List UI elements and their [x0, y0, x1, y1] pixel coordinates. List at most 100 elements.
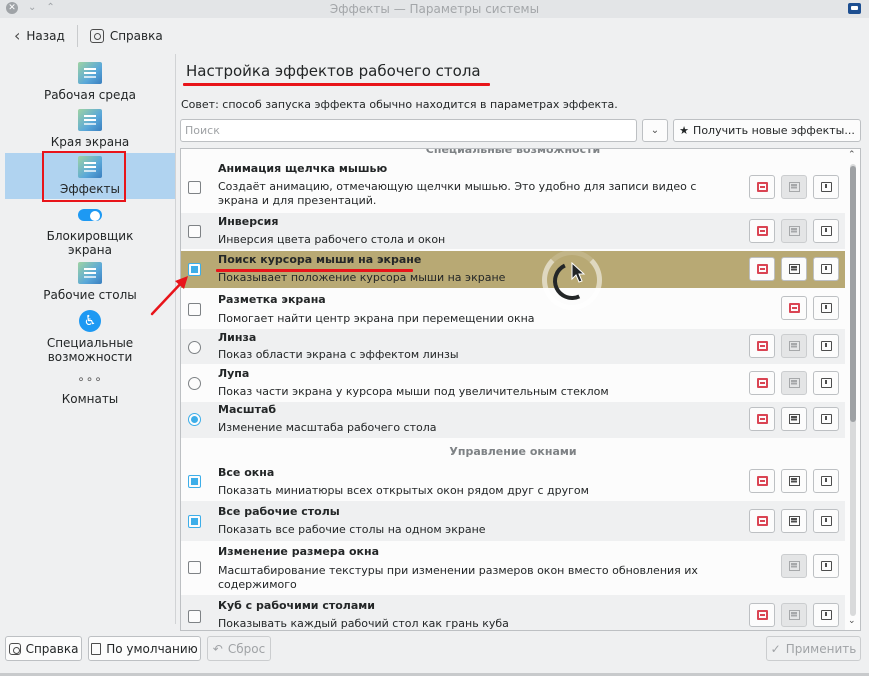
- effect-description: Показать миниатюры всех открытых окон ря…: [218, 484, 589, 497]
- about-icon: [821, 610, 832, 620]
- configure-icon: [789, 516, 800, 526]
- video-icon: [757, 476, 768, 486]
- effect-checkbox[interactable]: [188, 475, 201, 488]
- video-button[interactable]: [749, 603, 775, 627]
- configure-icon: [789, 182, 800, 192]
- effect-description: Помогает найти центр экрана при перемеще…: [218, 312, 535, 325]
- toolbar-separator: [76, 25, 78, 47]
- about-button[interactable]: [813, 334, 839, 358]
- help-icon: [89, 29, 104, 43]
- section-header: Управление окнами: [449, 445, 577, 458]
- apply-label: Применить: [785, 641, 857, 656]
- sidebar-item-screen-edges[interactable]: Края экрана: [5, 109, 175, 151]
- reset-label: Сброс: [227, 641, 266, 656]
- about-button[interactable]: [813, 371, 839, 395]
- reset-button: ↶ Сброс: [207, 636, 271, 661]
- effect-checkbox[interactable]: [188, 515, 201, 528]
- effect-description: Показ части экрана у курсора мыши под ув…: [218, 385, 609, 398]
- about-button[interactable]: [813, 603, 839, 627]
- screen-edges-icon: [78, 109, 102, 131]
- effect-radio[interactable]: [188, 341, 201, 354]
- effect-title: Разметка экрана: [218, 293, 326, 306]
- sidebar-item-screen-locker[interactable]: Блокировщик экрана: [5, 205, 175, 257]
- about-icon: [821, 226, 832, 236]
- effect-checkbox[interactable]: [188, 181, 201, 194]
- list-item[interactable]: Линза Показ области экрана с эффектом ли…: [181, 329, 845, 364]
- configure-button[interactable]: [781, 509, 807, 533]
- about-button[interactable]: [813, 469, 839, 493]
- about-button[interactable]: [813, 257, 839, 281]
- effect-description: Показать все рабочие столы на одном экра…: [218, 523, 486, 536]
- effect-checkbox[interactable]: [188, 225, 201, 238]
- footer-help-button[interactable]: Справка: [5, 636, 82, 661]
- undo-icon: ↶: [212, 641, 223, 656]
- about-button[interactable]: [813, 407, 839, 431]
- list-scrollbar[interactable]: ⌃ ⌄: [845, 150, 859, 630]
- checkmark-icon: ✓: [770, 641, 781, 656]
- video-button[interactable]: [749, 371, 775, 395]
- configure-button: [781, 175, 807, 199]
- sidebar-item-workspace[interactable]: Рабочая среда: [5, 62, 175, 104]
- effect-radio[interactable]: [188, 413, 201, 426]
- document-icon: [91, 642, 102, 655]
- desktops-icon: [78, 262, 102, 284]
- video-button[interactable]: [749, 407, 775, 431]
- effect-title: Инверсия: [218, 215, 279, 228]
- list-item[interactable]: Все рабочие столы Показать все рабочие с…: [181, 501, 845, 541]
- app-menu-icon[interactable]: [848, 3, 861, 14]
- effect-title: Линза: [218, 331, 257, 344]
- video-icon: [757, 226, 768, 236]
- video-button[interactable]: [749, 334, 775, 358]
- get-new-effects-button[interactable]: ★ Получить новые эффекты...: [673, 119, 861, 142]
- list-item[interactable]: Изменение размера окна Масштабирование т…: [181, 542, 845, 594]
- video-button[interactable]: [749, 219, 775, 243]
- configure-icon: [789, 561, 800, 571]
- annotation-highlight-box: [42, 151, 126, 202]
- toggle-icon: [78, 209, 102, 221]
- about-button[interactable]: [813, 554, 839, 578]
- video-icon: [757, 264, 768, 274]
- video-button[interactable]: [749, 175, 775, 199]
- about-button[interactable]: [813, 219, 839, 243]
- window-titlebar: ✕ ⌄ ⌃ Эффекты — Параметры системы: [0, 0, 869, 18]
- video-button[interactable]: [749, 509, 775, 533]
- configure-button[interactable]: [781, 469, 807, 493]
- list-item[interactable]: Куб с рабочими столами Показывать каждый…: [181, 595, 845, 630]
- search-input[interactable]: [180, 119, 637, 142]
- effect-checkbox[interactable]: [188, 561, 201, 574]
- list-item[interactable]: Лупа Показ части экрана у курсора мыши п…: [181, 365, 845, 401]
- video-icon: [757, 182, 768, 192]
- toolbar: ‹ Назад Справка: [0, 18, 869, 54]
- video-icon: [757, 341, 768, 351]
- help-button[interactable]: Справка: [84, 22, 169, 50]
- about-button[interactable]: [813, 175, 839, 199]
- effect-description: Создаёт анимацию, отмечающую щелчки мышь…: [218, 180, 697, 207]
- about-button[interactable]: [813, 296, 839, 320]
- effect-checkbox[interactable]: [188, 610, 201, 623]
- sidebar-item-activities[interactable]: ∘∘∘ Комнаты: [5, 372, 175, 408]
- effects-list[interactable]: Специальные возможности Анимация щелчка …: [180, 148, 861, 631]
- configure-button[interactable]: [781, 257, 807, 281]
- defaults-button[interactable]: По умолчанию: [88, 636, 201, 661]
- back-button[interactable]: ‹ Назад: [8, 22, 71, 50]
- scrollbar-thumb[interactable]: [850, 166, 856, 422]
- list-item[interactable]: Анимация щелчка мышью Создаёт анимацию, …: [181, 162, 845, 212]
- list-item[interactable]: Разметка экрана Помогает найти центр экр…: [181, 290, 845, 328]
- effect-radio[interactable]: [188, 377, 201, 390]
- list-item[interactable]: Все окна Показать миниатюры всех открыты…: [181, 462, 845, 500]
- list-item[interactable]: Инверсия Инверсия цвета рабочего стола и…: [181, 213, 845, 249]
- video-button[interactable]: [749, 469, 775, 493]
- scroll-up-icon[interactable]: ⌃: [848, 150, 856, 160]
- video-button[interactable]: [781, 296, 807, 320]
- annotation-arrow-icon: [150, 276, 188, 316]
- scroll-down-icon[interactable]: ⌄: [848, 616, 856, 626]
- video-button[interactable]: [749, 257, 775, 281]
- about-button[interactable]: [813, 509, 839, 533]
- list-item[interactable]: Масштаб Изменение масштаба рабочего стол…: [181, 402, 845, 438]
- filter-dropdown-button[interactable]: ⌄: [642, 119, 668, 142]
- workspace-icon: [78, 62, 102, 84]
- hint-text: Совет: способ запуска эффекта обычно нах…: [181, 98, 618, 111]
- effect-title: Все окна: [218, 466, 275, 479]
- configure-button[interactable]: [781, 407, 807, 431]
- sidebar-item-label: Блокировщик экрана: [46, 229, 134, 257]
